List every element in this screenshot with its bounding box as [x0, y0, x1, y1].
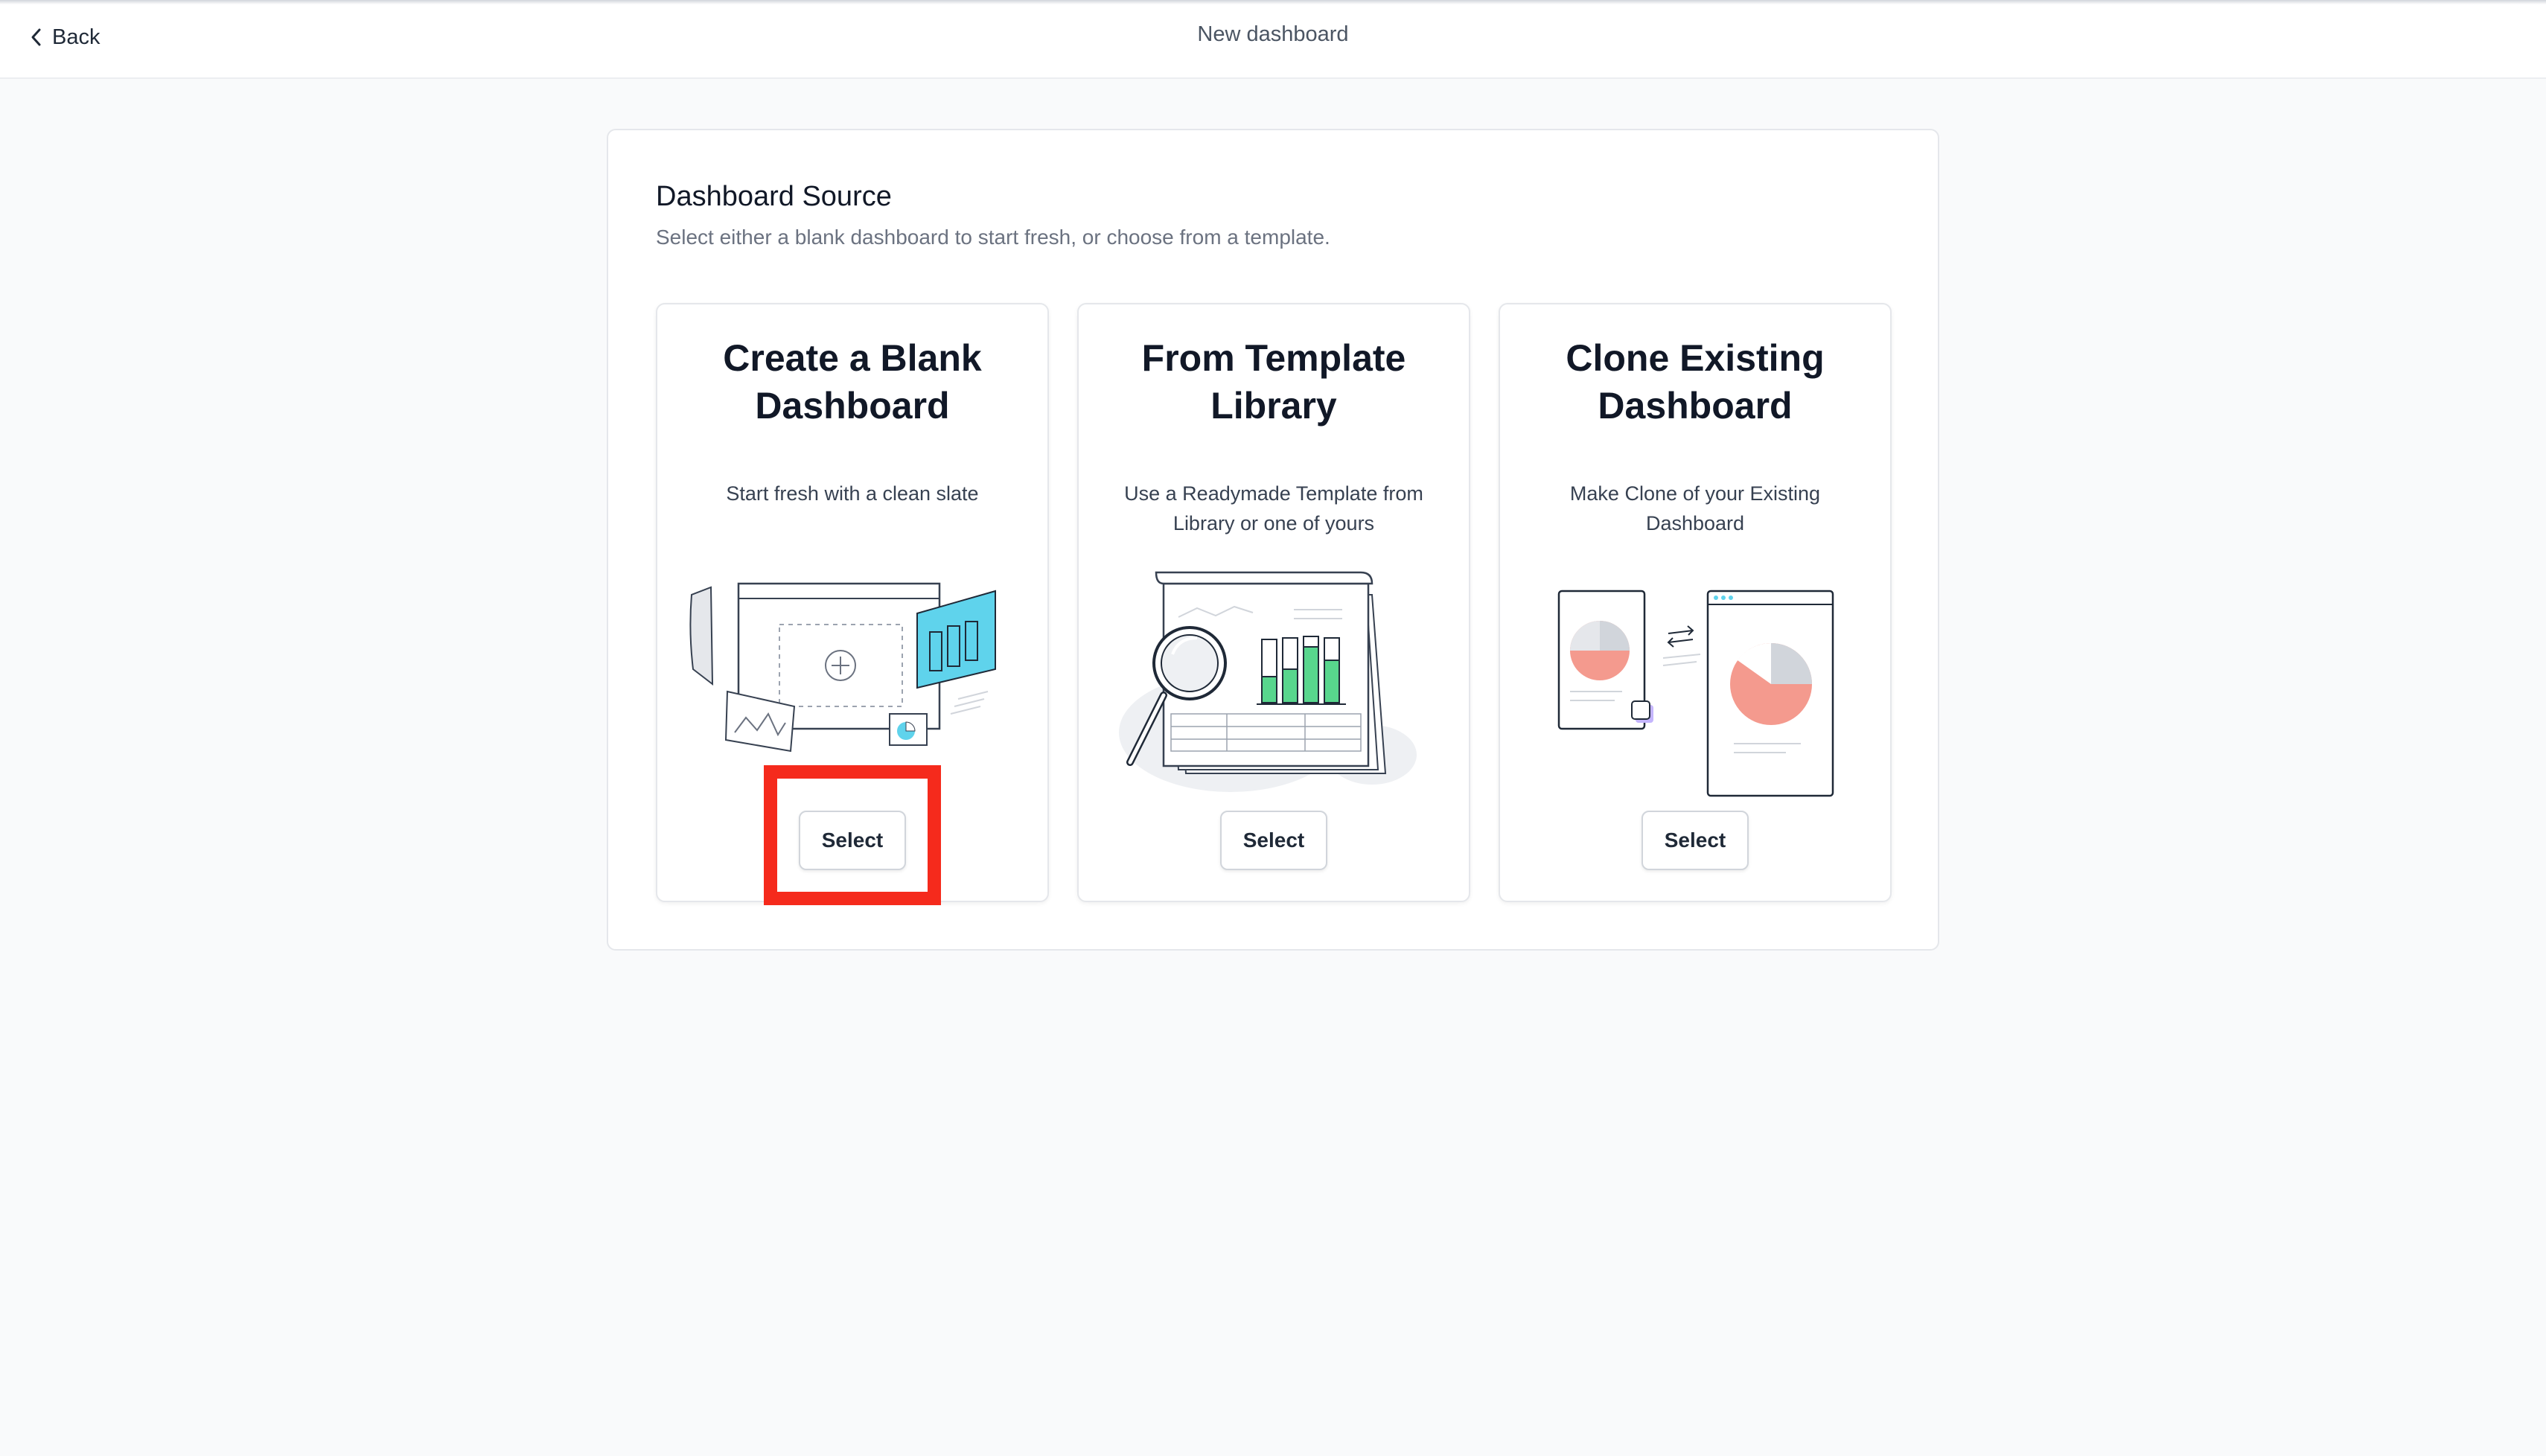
card-title: From Template Library — [1141, 337, 1406, 427]
panel-subtitle: Select either a blank dashboard to start… — [656, 226, 1330, 249]
select-template-button[interactable]: Select — [1220, 811, 1327, 870]
card-description: Use a Readymade Template from Library or… — [1124, 482, 1423, 534]
panel-title: Dashboard Source — [656, 181, 892, 212]
card-title: Clone Existing Dashboard — [1566, 337, 1825, 427]
page-title: New dashboard — [1197, 22, 1349, 46]
card-description: Start fresh with a clean slate — [726, 482, 979, 505]
card-title: Create a Blank Dashboard — [723, 337, 982, 427]
highlight-box — [764, 765, 941, 905]
card-description: Make Clone of your Existing Dashboard — [1569, 482, 1821, 534]
top-bar: Back New dashboard — [0, 0, 2546, 79]
clone-dashboard-illustration — [1557, 590, 1834, 797]
card-clone-dashboard[interactable]: Clone Existing Dashboard Make Clone of y… — [1499, 303, 1892, 902]
select-clone-button[interactable]: Select — [1642, 811, 1749, 870]
card-template-library[interactable]: From Template Library Use a Readymade Te… — [1077, 303, 1470, 902]
template-library-illustration — [1119, 571, 1417, 792]
top-shadow — [0, 0, 2546, 4]
